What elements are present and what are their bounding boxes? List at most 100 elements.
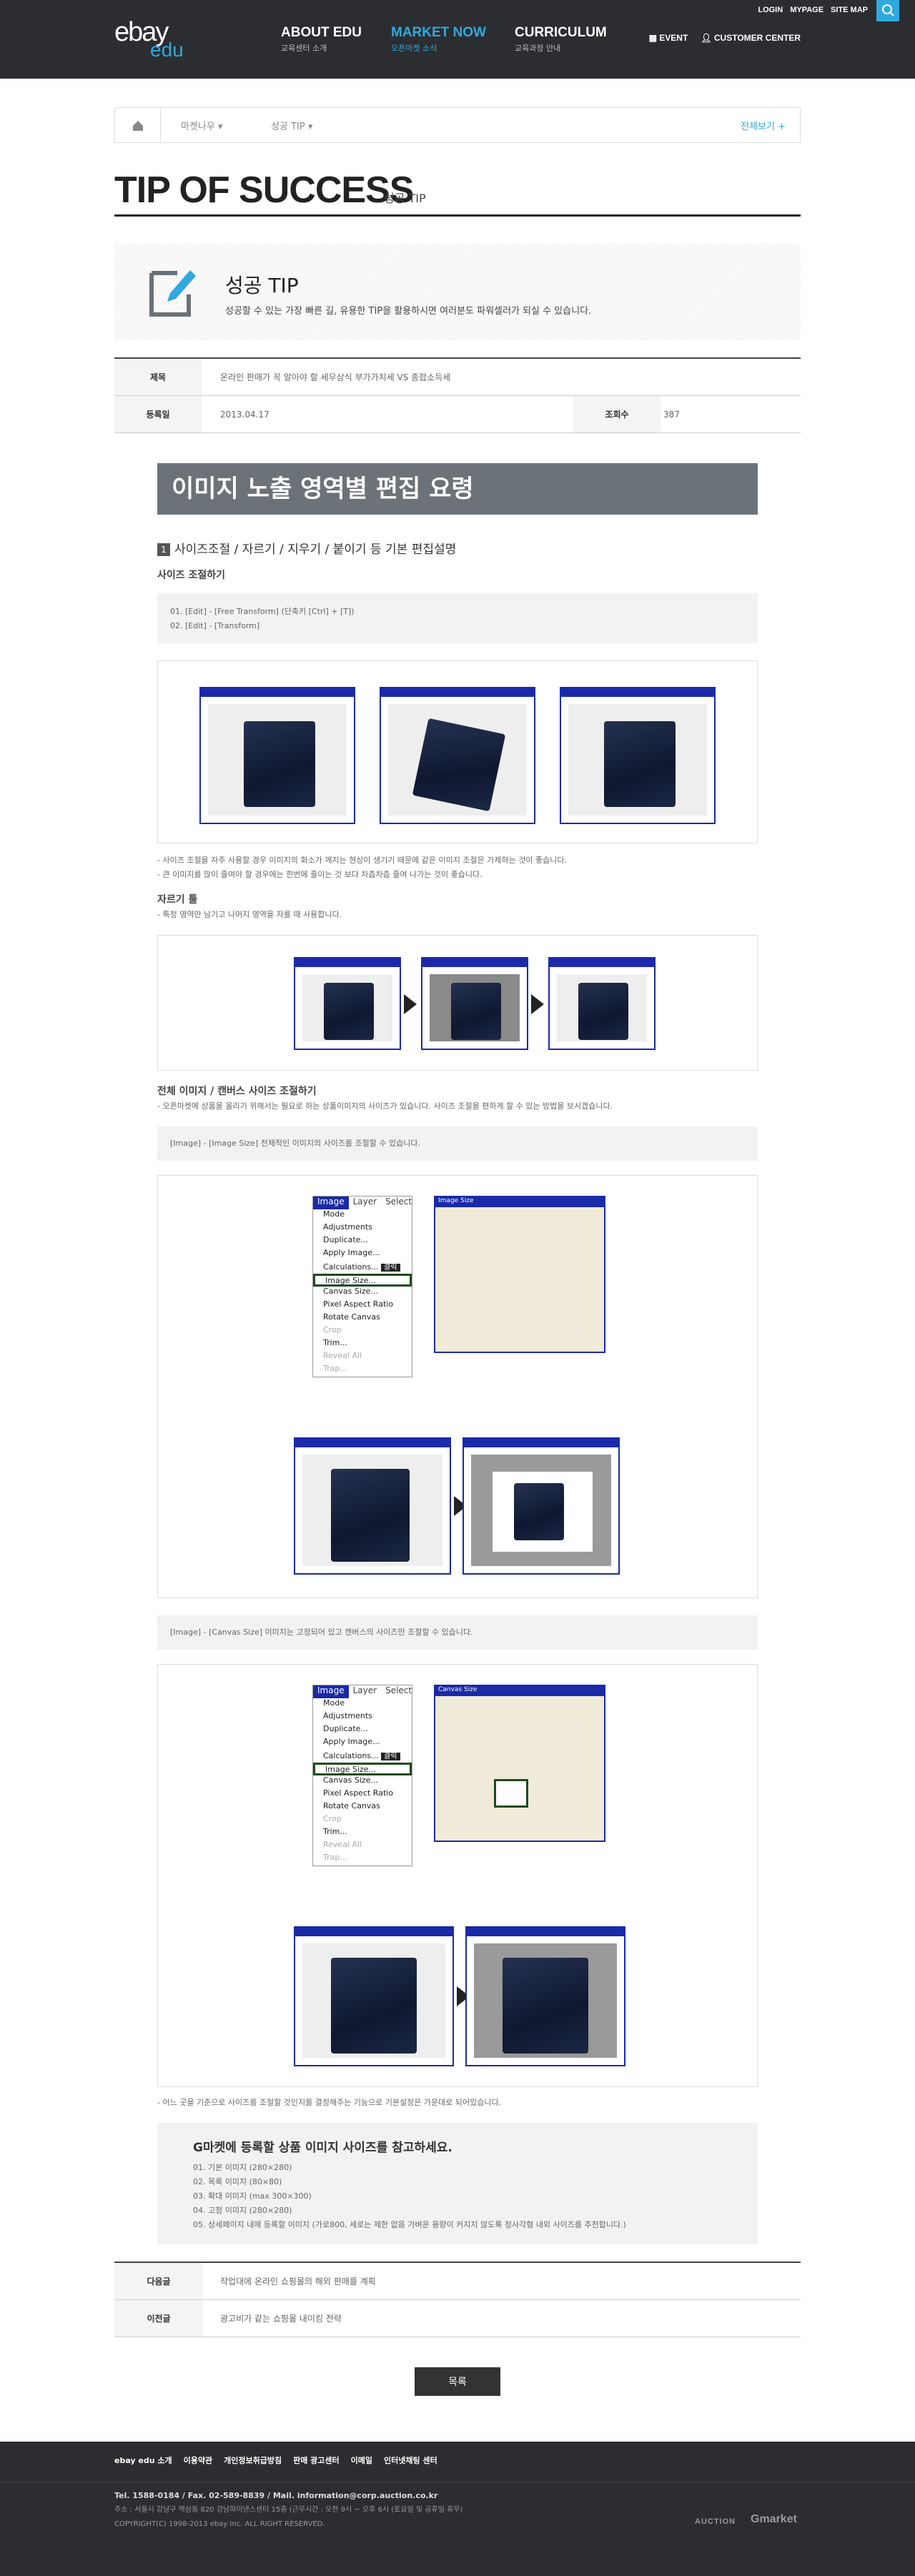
nav-about-edu-sub: 교육센터 소개 [281,44,327,53]
resize-note-1: - 사이즈 조절을 자주 사용할 경우 이미지의 화소가 깨지는 현상이 생기기… [157,856,567,865]
logo-edu-text: edu [150,39,184,61]
footer-link-about[interactable]: ebay edu 소개 [114,2454,172,2466]
nav-about-edu-title: ABOUT EDU [281,25,362,40]
crop-screenshots [157,935,758,1071]
breadcrumb: 마켓나우 ▾ 성공 TIP ▾ 전체보기 + [114,107,801,143]
resize-step-2: 02. [Edit] - [Transform] [170,621,260,630]
section-number-badge: 1 [157,543,170,556]
article-banner: 이미지 노출 영역별 편집 요령 [157,463,758,515]
section-1-title-text: 사이즈조절 / 자르기 / 지우기 / 붙이기 등 기본 편집설명 [174,543,457,557]
menu-item-canvas-size: Canvas Size... [323,1775,378,1785]
nav-market-now[interactable]: MARKET NOW 오픈마켓 소식 [391,25,486,54]
canvas-title: 전체 이미지 / 캔버스 사이즈 조절하기 [157,1086,317,1097]
list-button[interactable]: 목록 [415,2367,500,2396]
prev-post-link[interactable]: 광고비가 같는 쇼핑몰 내이킹 전략 [220,2300,342,2337]
subject-value: 온라인 판매가 꼭 알아야 할 세무상식 부가가치세 VS 종합소득세 [220,372,451,382]
menu-item-calculations: Calculations... 클릭 [313,1261,412,1274]
crop-note: - 특정 영역만 남기고 나머지 영역을 자를 때 사용합니다. [157,910,342,919]
resize-note-2: - 큰 이미지를 많이 줄여야 할 경우에는 한번에 줄이는 것 보다 차츰차츰… [157,870,483,879]
meta-row: 등록일 2013.04.17 조회수 387 [114,396,801,433]
footer-link-privacy[interactable]: 개인정보취급방침 [224,2454,282,2466]
canvas-size-box: [Image] - [Canvas Size] 이미지는 고정되어 있고 캔버스… [157,1615,758,1650]
chevron-down-icon: ▾ [307,122,313,132]
breadcrumb-success-tip[interactable]: 성공 TIP ▾ [271,119,312,132]
menu-item-crop: Crop [323,1814,342,1823]
search-button[interactable] [876,0,899,21]
guide-item: 03. 확대 이미지 (max 300×300) [193,2191,312,2201]
click-tip-badge: 클릭 [381,1264,400,1272]
menu-item-image-size: Image Size... [313,1763,412,1775]
footer-link-terms[interactable]: 이용약관 [184,2454,212,2466]
menu-item-adjustments: Adjustments [323,1222,372,1232]
image-size-screenshots: Image Layer Select Mode Adjustments Duplic… [157,1175,758,1598]
image-menu: Image Layer Select Mode Adjustments Duplic… [312,1196,412,1377]
menu-item-crop: Crop [323,1325,342,1334]
menu-item-calculations-text: Calculations... [323,1262,379,1272]
footer-address: 주소 : 서울시 강남구 역삼동 820 강남파이낸스센터 15층 (근무시간 … [114,2506,463,2514]
image-size-dialog-title: Image Size [435,1197,604,1207]
menu-image: Image [313,1197,349,1209]
login-link[interactable]: LOGIN [758,6,783,14]
image-size-before-window [294,1437,451,1575]
footer-link-chat[interactable]: 인터넷채팅 센터 [384,2454,437,2466]
menu-select: Select [385,1197,412,1207]
crop-window-2 [421,957,528,1050]
guide-item: 04. 고정 이미지 (280×280) [193,2206,292,2215]
search-icon [882,4,894,16]
prev-post-row[interactable]: 이전글 광고비가 같는 쇼핑몰 내이킹 전략 [114,2300,801,2337]
date-value: 2013.04.17 [220,409,269,420]
customer-center-link[interactable]: 👤︎ CUSTOMER CENTER [701,33,801,43]
page-subtitle: 성공 TIP [384,192,426,205]
footer-link-email[interactable]: 이메일 [351,2454,372,2466]
crop-window-1 [294,957,401,1050]
menu-select: Select [385,1685,412,1695]
resize-notes: - 사이즈 조절을 자주 사용할 경우 이미지의 화소가 깨지는 현상이 생기기… [157,853,567,882]
tip-description: 성공할 수 있는 가장 빠른 길, 유용한 TIP을 활용하시면 여러분도 파워… [225,306,592,317]
guide-title: G마켓에 등록할 상품 이미지 사이즈를 참고하세요. [193,2141,452,2155]
nav-about-edu[interactable]: ABOUT EDU 교육센터 소개 [281,25,362,54]
canvas-size-dialog-title: Canvas Size [435,1686,604,1696]
menu-item-canvas-size: Canvas Size... [323,1287,378,1296]
chevron-down-icon: ▾ [217,122,223,132]
canvas-menu: Image Layer Select Mode Adjustments Duplic… [312,1685,412,1866]
date-label: 등록일 [114,396,202,432]
auction-logo: AUCTION [695,2517,736,2526]
nav-curriculum-title: CURRICULUM [515,25,607,40]
menu-item-reveal-all: Reveal All [323,1840,362,1849]
breadcrumb-market-now[interactable]: 마켓나우 ▾ [181,119,223,132]
click-tip-badge: 클릭 [381,1753,400,1760]
next-post-link[interactable]: 작업대에 온라인 쇼핑몰의 해외 판매를 계획 [220,2263,376,2299]
views-value: 387 [663,409,680,420]
nav-curriculum-sub: 교육과정 안내 [515,44,561,53]
menu-layer: Layer [352,1197,377,1207]
menu-item-trap: Trap... [323,1364,347,1373]
guide-item: 01. 기본 이미지 (280×280) [193,2163,292,2172]
nav-curriculum[interactable]: CURRICULUM 교육과정 안내 [515,25,607,54]
footer-link-ad-center[interactable]: 판매 광고센터 [293,2454,340,2466]
subject-label: 제목 [114,359,202,395]
ebay-edu-logo[interactable]: ebay edu [114,19,193,61]
crop-window-3 [548,957,656,1050]
arrow-icon [531,994,544,1014]
gmarket-logo: Gmarket [751,2513,797,2525]
event-link[interactable]: ▦ EVENT [649,33,688,43]
customer-center-label: CUSTOMER CENTER [713,33,801,43]
mypage-link[interactable]: MYPAGE [790,6,824,14]
breadcrumb-market-now-label: 마켓나우 [181,122,215,132]
menu-item-apply-image: Apply Image... [323,1248,380,1257]
resize-steps-box: 01. [Edit] - [Free Transform] (단축키 [Ctrl… [157,593,758,643]
transform-window-1 [199,687,355,824]
view-all-link[interactable]: 전체보기 + [741,119,786,132]
canvas-note-2: - 어느 곳을 기준으로 사이즈를 조절할 것인지를 결정해주는 기능으로 기본… [157,2098,502,2107]
edit-note-icon [149,270,196,317]
canvas-size-dialog: Canvas Size [434,1685,605,1842]
view-all-label: 전체보기 [741,122,775,132]
home-button[interactable] [115,108,161,142]
resize-step-1: 01. [Edit] - [Free Transform] (단축키 [Ctrl… [170,607,355,616]
sitemap-link[interactable]: SITE MAP [831,6,868,14]
nav-market-now-title: MARKET NOW [391,25,486,40]
menu-item-trap: Trap... [323,1853,347,1862]
next-post-row[interactable]: 다음글 작업대에 온라인 쇼핑몰의 해외 판매를 계획 [114,2263,801,2300]
tip-title: 성공 TIP [225,274,299,297]
transform-window-3 [560,687,716,824]
